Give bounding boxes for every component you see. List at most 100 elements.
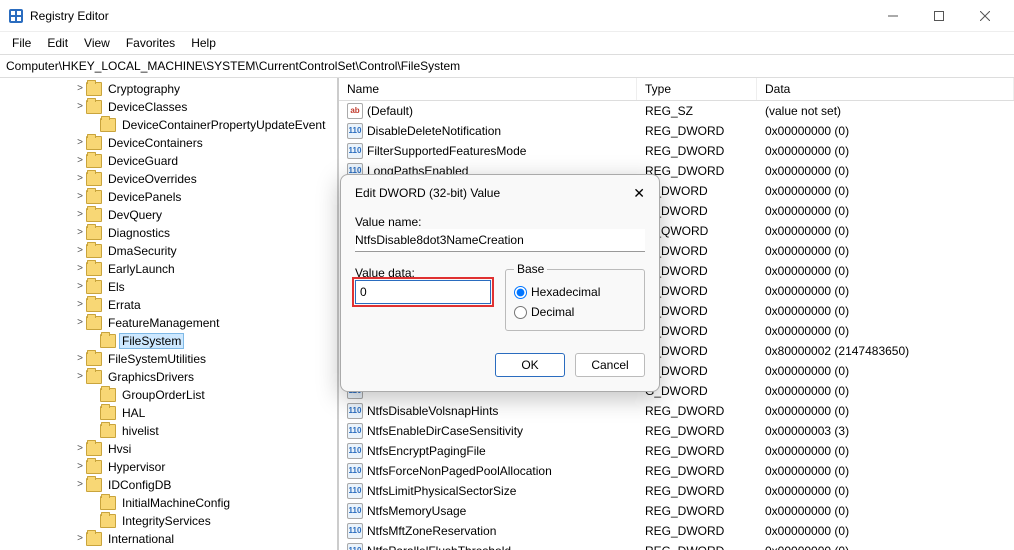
cancel-button[interactable]: Cancel xyxy=(575,353,645,377)
folder-icon xyxy=(86,298,102,312)
tree-node-devicepanels[interactable]: >DevicePanels xyxy=(74,188,337,206)
chevron-right-icon[interactable]: > xyxy=(74,192,86,202)
tree-node-filesystem[interactable]: FileSystem xyxy=(74,332,337,350)
dialog-close-icon[interactable]: ✕ xyxy=(633,185,645,202)
cell-name: 110NtfsMftZoneReservation xyxy=(339,523,637,539)
close-button[interactable] xyxy=(962,0,1008,32)
tree-node-idconfigdb[interactable]: >IDConfigDB xyxy=(74,476,337,494)
col-header-type[interactable]: Type xyxy=(637,78,757,100)
tree-node-devicecontainers[interactable]: >DeviceContainers xyxy=(74,134,337,152)
chevron-right-icon[interactable]: > xyxy=(74,318,86,328)
minimize-button[interactable] xyxy=(870,0,916,32)
list-row[interactable]: 110DisableDeleteNotificationREG_DWORD0x0… xyxy=(339,121,1014,141)
tree-node-devicecontainerpropertyupdateevent[interactable]: DeviceContainerPropertyUpdateEvent xyxy=(74,116,337,134)
tree-node-deviceclasses[interactable]: >DeviceClasses xyxy=(74,98,337,116)
menu-favorites[interactable]: Favorites xyxy=(118,34,183,52)
tree-node-label: DeviceOverrides xyxy=(106,172,199,186)
menu-view[interactable]: View xyxy=(76,34,118,52)
chevron-right-icon[interactable]: > xyxy=(74,102,86,112)
tree-node-initialmachineconfig[interactable]: InitialMachineConfig xyxy=(74,494,337,512)
chevron-right-icon[interactable]: > xyxy=(74,300,86,310)
tree-node-errata[interactable]: >Errata xyxy=(74,296,337,314)
tree-node-deviceguard[interactable]: >DeviceGuard xyxy=(74,152,337,170)
chevron-right-icon[interactable]: > xyxy=(74,480,86,490)
tree-node-featuremanagement[interactable]: >FeatureManagement xyxy=(74,314,337,332)
list-row[interactable]: 110NtfsDisableVolsnapHintsREG_DWORD0x000… xyxy=(339,401,1014,421)
list-row[interactable]: 110FilterSupportedFeaturesModeREG_DWORD0… xyxy=(339,141,1014,161)
list-row[interactable]: 110NtfsMftZoneReservationREG_DWORD0x0000… xyxy=(339,521,1014,541)
tree-node-label: InitialMachineConfig xyxy=(120,496,232,510)
tree-node-grouporderlist[interactable]: GroupOrderList xyxy=(74,386,337,404)
tree-node-hvsi[interactable]: >Hvsi xyxy=(74,440,337,458)
tree-node-els[interactable]: >Els xyxy=(74,278,337,296)
cell-data: 0x00000000 (0) xyxy=(757,404,1014,418)
col-header-data[interactable]: Data xyxy=(757,78,1014,100)
dialog-title-bar[interactable]: Edit DWORD (32-bit) Value ✕ xyxy=(341,175,659,211)
cell-data: 0x00000003 (3) xyxy=(757,424,1014,438)
chevron-right-icon[interactable]: > xyxy=(74,354,86,364)
cell-data: 0x00000000 (0) xyxy=(757,364,1014,378)
cell-type: REG_DWORD xyxy=(637,444,757,458)
folder-icon xyxy=(100,406,116,420)
registry-tree[interactable]: >Cryptography>DeviceClassesDeviceContain… xyxy=(0,78,338,550)
maximize-button[interactable] xyxy=(916,0,962,32)
value-name-text: DisableDeleteNotification xyxy=(367,124,501,138)
cell-data: 0x00000000 (0) xyxy=(757,164,1014,178)
cell-name: 110NtfsMemoryUsage xyxy=(339,503,637,519)
cell-type: REG_DWORD xyxy=(637,124,757,138)
cell-type: REG_DWORD xyxy=(637,544,757,550)
chevron-right-icon[interactable]: > xyxy=(74,174,86,184)
chevron-right-icon[interactable]: > xyxy=(74,264,86,274)
list-row[interactable]: ab(Default)REG_SZ(value not set) xyxy=(339,101,1014,121)
chevron-right-icon[interactable]: > xyxy=(74,282,86,292)
chevron-right-icon[interactable]: > xyxy=(74,138,86,148)
cell-data: 0x00000000 (0) xyxy=(757,244,1014,258)
tree-node-label: Hypervisor xyxy=(106,460,167,474)
list-row[interactable]: 110NtfsMemoryUsageREG_DWORD0x00000000 (0… xyxy=(339,501,1014,521)
ok-button[interactable]: OK xyxy=(495,353,565,377)
tree-node-deviceoverrides[interactable]: > DeviceOverrides xyxy=(74,170,337,188)
tree-node-label: DevQuery xyxy=(106,208,164,222)
address-bar[interactable]: Computer\HKEY_LOCAL_MACHINE\SYSTEM\Curre… xyxy=(0,54,1014,78)
tree-node-filesystemutilities[interactable]: >FileSystemUtilities xyxy=(74,350,337,368)
chevron-right-icon[interactable]: > xyxy=(74,444,86,454)
tree-node-diagnostics[interactable]: >Diagnostics xyxy=(74,224,337,242)
tree-node-devquery[interactable]: > DevQuery xyxy=(74,206,337,224)
chevron-right-icon[interactable]: > xyxy=(74,156,86,166)
list-row[interactable]: 110NtfsLimitPhysicalSectorSizeREG_DWORD0… xyxy=(339,481,1014,501)
tree-node-integrityservices[interactable]: IntegrityServices xyxy=(74,512,337,530)
menu-edit[interactable]: Edit xyxy=(39,34,76,52)
list-row[interactable]: 110NtfsForceNonPagedPoolAllocationREG_DW… xyxy=(339,461,1014,481)
tree-node-hypervisor[interactable]: > Hypervisor xyxy=(74,458,337,476)
value-name-field[interactable] xyxy=(355,229,645,252)
radio-dec[interactable]: Decimal xyxy=(514,302,636,322)
menu-file[interactable]: File xyxy=(4,34,39,52)
value-data-field[interactable] xyxy=(355,280,491,304)
menu-help[interactable]: Help xyxy=(183,34,224,52)
radio-dec-input[interactable] xyxy=(514,306,527,319)
chevron-right-icon[interactable]: > xyxy=(74,84,86,94)
chevron-right-icon[interactable]: > xyxy=(74,462,86,472)
value-name-text: FilterSupportedFeaturesMode xyxy=(367,144,526,158)
tree-node-hivelist[interactable]: hivelist xyxy=(74,422,337,440)
list-row[interactable]: 110NtfsEnableDirCaseSensitivityREG_DWORD… xyxy=(339,421,1014,441)
chevron-right-icon[interactable]: > xyxy=(74,534,86,544)
radio-hex[interactable]: Hexadecimal xyxy=(514,282,636,302)
tree-node-international[interactable]: >International xyxy=(74,530,337,548)
radio-hex-input[interactable] xyxy=(514,286,527,299)
tree-node-cryptography[interactable]: >Cryptography xyxy=(74,80,337,98)
chevron-right-icon[interactable]: > xyxy=(74,210,86,220)
list-row[interactable]: 110NtfsEncryptPagingFileREG_DWORD0x00000… xyxy=(339,441,1014,461)
col-header-name[interactable]: Name xyxy=(339,78,637,100)
chevron-right-icon[interactable]: > xyxy=(74,228,86,238)
folder-icon xyxy=(86,460,102,474)
tree-node-graphicsdrivers[interactable]: >GraphicsDrivers xyxy=(74,368,337,386)
tree-node-hal[interactable]: HAL xyxy=(74,404,337,422)
chevron-right-icon[interactable]: > xyxy=(74,372,86,382)
tree-node-earlylaunch[interactable]: >EarlyLaunch xyxy=(74,260,337,278)
chevron-right-icon[interactable]: > xyxy=(74,246,86,256)
tree-node-dmasecurity[interactable]: >DmaSecurity xyxy=(74,242,337,260)
main-content: >Cryptography>DeviceClassesDeviceContain… xyxy=(0,78,1014,550)
list-row[interactable]: 110NtfsParallelFlushThresholdREG_DWORD0x… xyxy=(339,541,1014,550)
folder-icon xyxy=(100,388,116,402)
